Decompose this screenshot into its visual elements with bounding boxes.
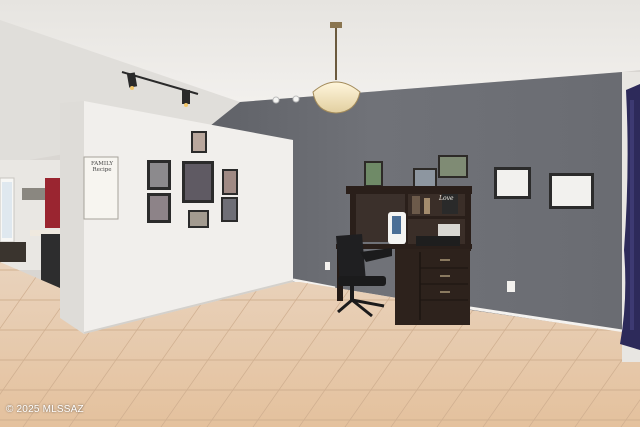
love-sign: Love: [439, 195, 454, 202]
watermark: © 2025 MLSSAZ: [6, 404, 84, 415]
room-photo: [0, 0, 640, 427]
smoke-detector-icon: [272, 96, 280, 104]
window-curtain: [620, 72, 640, 362]
family-recipe-sign: FAMILY Recipe: [90, 161, 114, 173]
smoke-detector-icon: [292, 95, 300, 103]
wall-outlet: [507, 281, 515, 292]
wall-outlet: [325, 262, 330, 270]
